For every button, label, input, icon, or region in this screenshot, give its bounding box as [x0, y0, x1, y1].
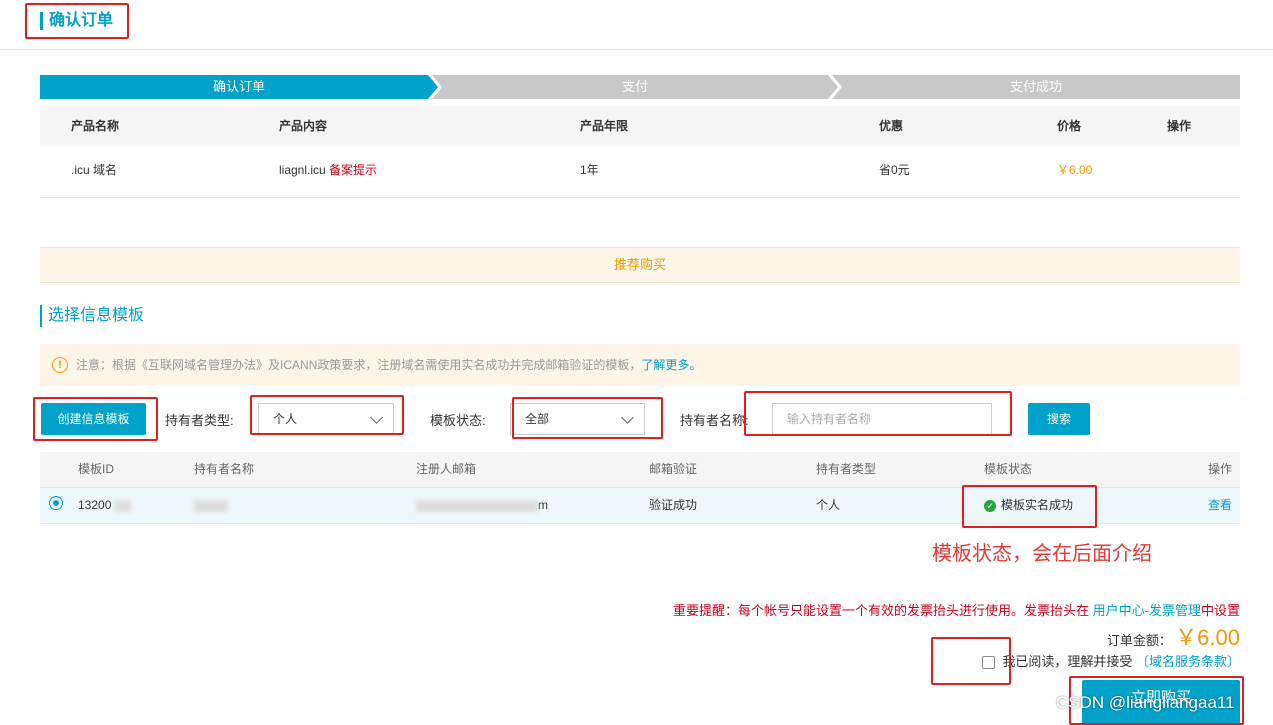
status-select[interactable]: 全部: [510, 403, 645, 435]
product-term: 1年: [580, 163, 599, 177]
total-value: ￥6.00: [1175, 625, 1240, 650]
terms-link[interactable]: 〔域名服务条款〕: [1136, 654, 1240, 669]
product-price: ￥6.00: [1057, 163, 1093, 177]
owner-type: 个人: [816, 498, 841, 512]
annotation-text: 模板状态，会在后面介绍: [932, 543, 1152, 565]
top-bar: 确认订单: [0, 0, 1273, 50]
redacted-text: [416, 499, 538, 512]
step-pay: 支付: [432, 75, 838, 99]
info-icon: !: [52, 357, 68, 373]
column-header: 模板状态: [984, 462, 1033, 476]
product-name: .icu 域名: [71, 163, 118, 177]
progress-steps: 确认订单 支付 支付成功: [40, 75, 1240, 99]
template-id: 13200: [78, 488, 131, 523]
search-button[interactable]: 搜索: [1028, 403, 1090, 435]
total-label: 订单金额：: [1106, 633, 1172, 648]
invoice-reminder: 重要提醒：每个帐号只能设置一个有效的发票抬头进行使用。发票抬头在 用户中心-发票…: [673, 600, 1240, 619]
column-header: 操作: [1167, 119, 1192, 133]
column-header: 产品内容: [279, 119, 328, 133]
watermark: CSDN @liangliangaa11: [1056, 693, 1235, 712]
view-link[interactable]: 查看: [1208, 488, 1232, 523]
record-tip-link[interactable]: 备案提示: [329, 163, 377, 177]
owner-name: [194, 488, 228, 523]
agreement: 我已阅读，理解并接受 〔域名服务条款〕: [981, 651, 1240, 670]
status-value: 全部: [525, 412, 550, 426]
email-suffix: m: [538, 498, 548, 512]
column-header: 操作: [1208, 462, 1233, 476]
order-table-header: 产品名称 产品内容 产品年限 优惠 价格 操作: [40, 106, 1240, 146]
column-header: 邮箱验证: [649, 462, 698, 476]
notice-bar: ! 注意：根据《互联网域名管理办法》及ICANN政策要求，注册域名需使用实名成功…: [40, 344, 1240, 386]
status-label: 模板状态:: [430, 413, 486, 428]
email-verify-status: 验证成功: [649, 498, 698, 512]
check-circle-icon: ✓: [984, 499, 996, 512]
table-row[interactable]: 13200 m 验证成功 个人 ✓ 模板实名成功 查看: [40, 487, 1240, 524]
template-status-text: 模板实名成功: [1001, 498, 1074, 512]
step-confirm-order: 确认订单: [40, 75, 438, 99]
notice-text: 注意：根据《互联网域名管理办法》及ICANN政策要求，注册域名需使用实名成功并完…: [76, 358, 642, 372]
chevron-down-icon: [370, 411, 383, 424]
column-header: 价格: [1057, 119, 1082, 133]
agree-checkbox[interactable]: [981, 656, 995, 670]
create-template-button[interactable]: 创建信息模板: [41, 403, 146, 435]
column-header: 模板ID: [78, 462, 115, 476]
registrant-email: m: [416, 488, 548, 523]
product-discount: 省0元: [879, 163, 910, 177]
column-header: 产品名称: [71, 119, 120, 133]
template-id-value: 13200: [78, 498, 112, 512]
template-table: 模板ID 持有者名称 注册人邮箱 邮箱验证 持有者类型 模板状态 操作 1320…: [40, 452, 1240, 524]
template-table-header: 模板ID 持有者名称 注册人邮箱 邮箱验证 持有者类型 模板状态 操作: [40, 452, 1240, 487]
owner-type-label: 持有者类型:: [165, 413, 234, 428]
column-header: 产品年限: [580, 119, 629, 133]
redacted-text: [194, 499, 228, 512]
owner-name-input[interactable]: [772, 403, 992, 435]
recommend-purchase-bar[interactable]: 推荐购买: [40, 247, 1240, 283]
step-pay-success: 支付成功: [832, 75, 1240, 99]
page-title: 确认订单: [40, 12, 113, 30]
owner-type-select[interactable]: 个人: [258, 403, 394, 435]
owner-type-value: 个人: [273, 412, 298, 426]
order-table: 产品名称 产品内容 产品年限 优惠 价格 操作 .icu 域名 liagnl.i…: [40, 106, 1240, 198]
order-total: 订单金额： ￥6.00: [1107, 620, 1240, 652]
column-header: 优惠: [879, 119, 904, 133]
reminder-end: 中设置: [1200, 603, 1240, 618]
reminder-text: 重要提醒：每个帐号只能设置一个有效的发票抬头进行使用。发票抬头在: [673, 603, 1090, 618]
learn-more-link[interactable]: 了解更多。: [641, 358, 701, 372]
section-title: 选择信息模板: [40, 305, 144, 327]
product-content: liagnl.icu 备案提示: [279, 146, 377, 194]
domain-name: liagnl.icu: [279, 163, 326, 177]
redacted-text: [114, 499, 131, 512]
agree-text: 我已阅读，理解并接受: [1002, 654, 1133, 669]
owner-name-label: 持有者名称:: [680, 413, 749, 428]
template-radio[interactable]: [49, 496, 63, 510]
column-header: 持有者名称: [194, 462, 255, 476]
column-header: 注册人邮箱: [416, 462, 477, 476]
chevron-down-icon: [621, 411, 634, 424]
table-row: .icu 域名 liagnl.icu 备案提示 1年 省0元 ￥6.00: [40, 146, 1240, 198]
invoice-management-link[interactable]: 用户中心-发票管理: [1093, 603, 1201, 618]
template-status: ✓ 模板实名成功: [984, 488, 1073, 523]
column-header: 持有者类型: [816, 462, 877, 476]
